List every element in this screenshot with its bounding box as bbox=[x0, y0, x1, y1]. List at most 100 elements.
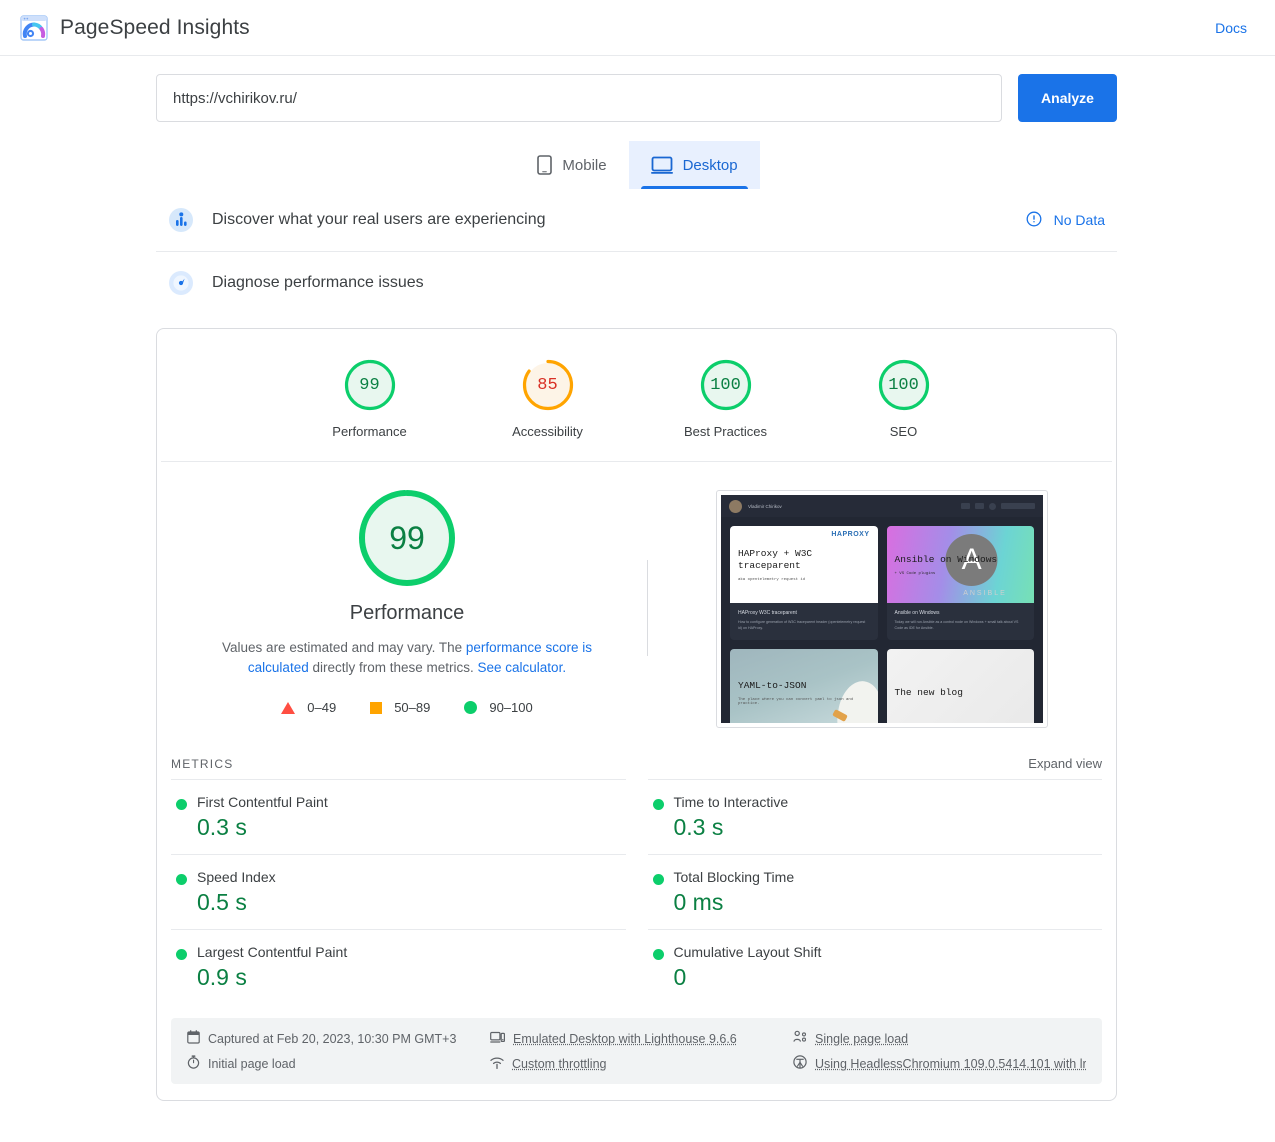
thumb-card-hero: A Ansible on Windows + VS Code plugins A… bbox=[886, 526, 1034, 603]
performance-hero: 99 Performance Values are estimated and … bbox=[157, 462, 1116, 740]
thumb-card-body-title: HAProxy W3C traceparent bbox=[738, 610, 797, 616]
no-data-status[interactable]: No Data bbox=[1026, 211, 1105, 230]
expand-view-button[interactable]: Expand view bbox=[1028, 756, 1102, 771]
mobile-icon bbox=[537, 155, 553, 175]
tab-mobile[interactable]: Mobile bbox=[515, 141, 628, 189]
score-label-seo: SEO bbox=[889, 424, 918, 439]
score-label-best-practices: Best Practices bbox=[683, 424, 768, 439]
thumb-card-body: Ansible on Windows Today we will run Ans… bbox=[887, 603, 1035, 640]
tab-desktop[interactable]: Desktop bbox=[628, 141, 760, 189]
diagnose-gauge-icon bbox=[168, 270, 194, 296]
avatar bbox=[729, 499, 742, 513]
tab-mobile-label: Mobile bbox=[562, 156, 607, 174]
lab-data-section: Diagnose performance issues bbox=[156, 252, 1117, 314]
thumb-nav-right bbox=[961, 502, 1035, 510]
metric-first-contentful-paint[interactable]: First Contentful Paint 0.3 s bbox=[171, 779, 626, 854]
score-seo[interactable]: 100 SEO bbox=[856, 357, 952, 439]
analyze-button[interactable]: Analyze bbox=[1018, 74, 1117, 122]
ansible-wordmark: ANSIBLE bbox=[963, 590, 1007, 597]
see-calculator-link[interactable]: See calculator. bbox=[478, 660, 567, 675]
top-bar: PageSpeed Insights Docs bbox=[0, 0, 1275, 56]
run-info-initial-load: Initial page load bbox=[187, 1055, 480, 1072]
metric-total-blocking-time[interactable]: Total Blocking Time 0 ms bbox=[647, 854, 1102, 929]
metrics-grid: First Contentful Paint 0.3 s Time to Int… bbox=[157, 779, 1116, 1004]
metric-value: 0.3 s bbox=[673, 814, 724, 840]
run-info-captured-at: Captured at Feb 20, 2023, 10:30 PM GMT+3 bbox=[187, 1030, 480, 1047]
thumb-card: HAPROXY HAProxy + W3C traceparent aka op… bbox=[730, 526, 878, 640]
run-info-text: Captured at Feb 20, 2023, 10:30 PM GMT+3 bbox=[208, 1031, 457, 1046]
score-value-performance: 99 bbox=[359, 375, 380, 395]
thumb-nav-pill bbox=[975, 503, 984, 509]
run-info-throttling[interactable]: Custom throttling bbox=[490, 1055, 783, 1072]
network-icon bbox=[793, 1030, 807, 1047]
score-ring-seo: 100 bbox=[876, 357, 932, 413]
device-tabs: Mobile Desktop bbox=[0, 141, 1275, 189]
score-label-performance: Performance bbox=[332, 424, 407, 439]
pagespeed-logo-icon bbox=[20, 14, 48, 42]
tab-desktop-label: Desktop bbox=[682, 156, 738, 174]
url-row: Analyze bbox=[0, 74, 1275, 122]
metric-largest-contentful-paint[interactable]: Largest Contentful Paint 0.9 s bbox=[171, 929, 626, 1004]
legend-item-poor: 0–49 bbox=[281, 700, 336, 715]
metric-name: Total Blocking Time bbox=[673, 869, 795, 885]
score-accessibility[interactable]: 85 Accessibility bbox=[500, 357, 596, 439]
score-ring-best-practices: 100 bbox=[698, 357, 754, 413]
haproxy-logo-icon: HAPROXY bbox=[831, 531, 870, 538]
performance-score-label: Performance bbox=[349, 602, 465, 624]
thumb-card-body-title: Ansible on Windows bbox=[894, 610, 940, 616]
info-icon bbox=[1026, 211, 1042, 230]
circle-icon bbox=[464, 701, 478, 714]
metric-value: 0 ms bbox=[673, 889, 724, 915]
thumb-card: A Ansible on Windows + VS Code plugins A… bbox=[886, 526, 1035, 640]
thumb-card-title: The new blog bbox=[894, 687, 963, 698]
thumb-card-title: YAML-to-JSON bbox=[738, 680, 807, 691]
metrics-header: METRICS Expand view bbox=[157, 740, 1116, 779]
thumb-site-nav: Vladimir Chirikov bbox=[721, 495, 1043, 517]
thumb-card-hero: The new blog bbox=[886, 649, 1034, 723]
thumb-card-body-text: Today we will run Ansible as a control n… bbox=[894, 620, 1019, 630]
status-badge: No Data bbox=[1053, 212, 1105, 228]
metric-name: Time to Interactive bbox=[673, 794, 789, 810]
metric-value: 0 bbox=[673, 964, 687, 990]
metric-speed-index[interactable]: Speed Index 0.5 s bbox=[171, 854, 626, 929]
metric-name: Speed Index bbox=[197, 869, 276, 885]
score-value-accessibility: 85 bbox=[537, 375, 558, 395]
status-dot-icon bbox=[652, 949, 664, 960]
url-input[interactable] bbox=[156, 74, 1002, 122]
field-data-icon bbox=[168, 207, 194, 233]
score-best-practices[interactable]: 100 Best Practices bbox=[678, 357, 774, 439]
performance-note-middle: directly from these metrics. bbox=[308, 660, 478, 675]
category-scores: 99 Performance 85 Accessibility 100 Best… bbox=[161, 329, 1112, 462]
run-info-strip: Captured at Feb 20, 2023, 10:30 PM GMT+3… bbox=[171, 1018, 1102, 1084]
thumb-card-body: HAProxy W3C traceparent How to configure… bbox=[730, 603, 878, 640]
legend-label-average: 50–89 bbox=[394, 700, 431, 715]
triangle-icon bbox=[281, 701, 296, 714]
thumb-card-hero: YAML-to-JSON The place where you can con… bbox=[730, 649, 878, 723]
legend-item-average: 50–89 bbox=[370, 700, 430, 715]
thumbnail-viewport: Vladimir Chirikov HAPROXY HAProxy + W3C … bbox=[721, 495, 1043, 723]
metric-name: First Contentful Paint bbox=[197, 794, 328, 810]
metric-name: Cumulative Layout Shift bbox=[673, 944, 822, 960]
field-data-title: Discover what your real users are experi… bbox=[212, 211, 546, 228]
status-dot-icon bbox=[176, 799, 187, 810]
docs-link[interactable]: Docs bbox=[1207, 14, 1255, 42]
run-info-user-agent[interactable]: Using HeadlessChromium 109.0.5414.101 wi… bbox=[793, 1055, 1086, 1072]
legend-item-good: 90–100 bbox=[464, 700, 533, 715]
score-performance[interactable]: 99 Performance bbox=[322, 357, 418, 439]
metric-cumulative-layout-shift[interactable]: Cumulative Layout Shift 0 bbox=[647, 929, 1102, 1004]
score-value-best-practices: 100 bbox=[710, 375, 741, 395]
status-dot-icon bbox=[652, 799, 664, 810]
thumb-nav-circle bbox=[989, 502, 996, 510]
run-info-text: Single page load bbox=[815, 1031, 909, 1046]
score-value-seo: 100 bbox=[888, 375, 919, 395]
metric-time-to-interactive[interactable]: Time to Interactive 0.3 s bbox=[647, 779, 1102, 854]
page-title: PageSpeed Insights bbox=[60, 15, 250, 39]
performance-note: Values are estimated and may vary. The p… bbox=[207, 638, 607, 678]
screenshot-panel: Vladimir Chirikov HAPROXY HAProxy + W3C … bbox=[648, 488, 1116, 728]
score-ring-performance: 99 bbox=[342, 357, 398, 413]
performance-big-ring: 99 bbox=[357, 488, 457, 588]
run-info-page-load-type[interactable]: Single page load bbox=[793, 1030, 1086, 1047]
thumb-card: The new blog bbox=[886, 649, 1034, 723]
page-screenshot-thumbnail[interactable]: Vladimir Chirikov HAPROXY HAProxy + W3C … bbox=[716, 490, 1048, 728]
run-info-emulation[interactable]: Emulated Desktop with Lighthouse 9.6.6 bbox=[490, 1030, 783, 1047]
